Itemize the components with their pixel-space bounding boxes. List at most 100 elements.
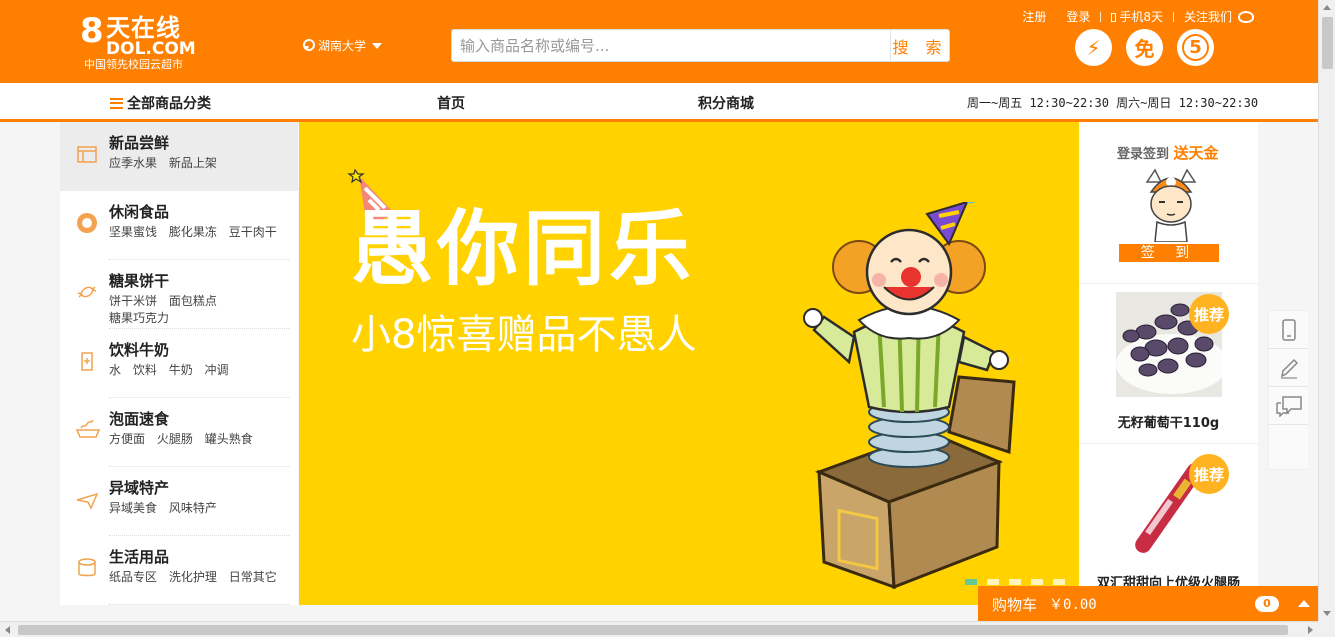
- phone-icon: [1281, 318, 1296, 341]
- scroll-down-icon[interactable]: [1323, 611, 1331, 616]
- recommend-badge: 推荐: [1189, 454, 1229, 494]
- scrollbar-corner: [1318, 621, 1335, 637]
- subcategory-link[interactable]: 牛奶: [169, 363, 193, 377]
- all-categories-button[interactable]: 全部商品分类: [110, 93, 211, 113]
- scroll-right-icon[interactable]: [1308, 626, 1313, 634]
- category-item[interactable]: 泡面速食 方便面 火腿肠 罐头熟食: [60, 398, 298, 467]
- subcategory-link[interactable]: 新品上架: [169, 156, 217, 170]
- right-panel: 登录签到 送天金 签 到 推荐 无籽葡萄干110g 推荐 双汇甜甜向上优级火腿肠: [1079, 122, 1258, 605]
- subcategory-link[interactable]: 坚果蜜饯: [109, 225, 157, 239]
- nav-home[interactable]: 首页: [437, 93, 465, 113]
- cart-bar[interactable]: 购物车 ￥0.00 0: [978, 586, 1318, 622]
- subcategory-link[interactable]: 膨化果冻: [169, 225, 217, 239]
- banner-subtitle: 小8惊喜赠品不愚人: [351, 312, 697, 358]
- recommend-item[interactable]: 推荐 无籽葡萄干110g: [1079, 284, 1258, 444]
- category-subs: 异域美食 风味特产: [109, 500, 289, 517]
- subcategory-link[interactable]: 面包糕点: [169, 294, 217, 308]
- five-badge-icon[interactable]: 5: [1177, 29, 1214, 66]
- subcategory-link[interactable]: 冲调: [205, 363, 229, 377]
- login-link[interactable]: 登录: [1056, 8, 1100, 25]
- category-title: 休闲食品: [109, 203, 170, 221]
- hero-banner[interactable]: 愚你同乐 小8惊喜赠品不愚人: [299, 122, 1079, 605]
- slide-dot[interactable]: [965, 579, 977, 585]
- category-title: 泡面速食: [109, 410, 170, 428]
- noodle-icon: [75, 418, 101, 442]
- search-bar: 搜 索: [451, 29, 950, 62]
- category-subs: 水 饮料 牛奶 冲调: [109, 362, 289, 379]
- category-subs: 饼干米饼 面包糕点 糖果巧克力: [109, 293, 289, 327]
- subcategory-link[interactable]: 饼干米饼: [109, 294, 157, 308]
- cart-count-badge: 0: [1255, 596, 1279, 612]
- divider: [1172, 11, 1174, 22]
- slide-dot[interactable]: [1009, 579, 1021, 585]
- location-pin-icon: [302, 39, 315, 52]
- mobile-app-button[interactable]: [1269, 311, 1308, 349]
- sign-in-title-text: 登录签到: [1117, 147, 1170, 162]
- header: 8 天在线 DOL.COM 中国领先校园云超市 湖南大学 搜 索 注册 登录 手…: [0, 0, 1318, 83]
- subcategory-link[interactable]: 风味特产: [169, 501, 217, 515]
- slide-dot[interactable]: [1031, 579, 1043, 585]
- free-shipping-badge-icon[interactable]: 免: [1126, 29, 1163, 66]
- sign-in-button[interactable]: 签 到: [1119, 244, 1219, 262]
- category-item[interactable]: 休闲食品 坚果蜜饯 膨化果冻 豆干肉干: [60, 191, 298, 260]
- five-badge-label: 5: [1182, 34, 1209, 61]
- plane-icon: [75, 487, 99, 511]
- horizontal-scrollbar[interactable]: [0, 621, 1318, 637]
- subcategory-link[interactable]: 洗化护理: [169, 570, 217, 584]
- chevron-up-icon[interactable]: [1298, 600, 1310, 607]
- subcategory-link[interactable]: 日常其它: [229, 570, 277, 584]
- follow-link[interactable]: 关注我们: [1174, 8, 1242, 25]
- category-subs: 纸品专区 洗化护理 日常其它: [109, 569, 289, 586]
- scrollbar-thumb[interactable]: [1322, 17, 1333, 69]
- category-item[interactable]: 新品尝鲜 应季水果 新品上架: [60, 122, 298, 191]
- logo-slogan: 中国领先校园云超市: [84, 58, 183, 71]
- service-badges: ⚡ 免 5: [1075, 29, 1214, 66]
- subcategory-link[interactable]: 饮料: [133, 363, 157, 377]
- candy-icon: [75, 280, 99, 304]
- category-item[interactable]: 生活用品 纸品专区 洗化护理 日常其它: [60, 536, 298, 605]
- slide-indicators: [965, 579, 1065, 585]
- scroll-left-icon[interactable]: [5, 626, 10, 634]
- main-nav: 全部商品分类 首页 积分商城 周一~周五 12:30~22:30 周六~周日 1…: [0, 83, 1318, 122]
- category-subs: 方便面 火腿肠 罐头熟食: [109, 431, 289, 448]
- slide-dot[interactable]: [1053, 579, 1065, 585]
- logo[interactable]: 8 天在线 DOL.COM 中国领先校园云超市: [80, 12, 210, 74]
- slide-dot[interactable]: [987, 579, 999, 585]
- subcategory-link[interactable]: 纸品专区: [109, 570, 157, 584]
- category-title: 新品尝鲜: [109, 134, 170, 152]
- category-subs: 应季水果 新品上架: [109, 155, 289, 172]
- category-item[interactable]: 异域特产 异域美食 风味特产: [60, 467, 298, 536]
- subcategory-link[interactable]: 糖果巧克力: [109, 311, 169, 325]
- register-link[interactable]: 注册: [1012, 8, 1056, 25]
- recommend-badge: 推荐: [1189, 294, 1229, 334]
- category-item[interactable]: 糖果饼干 饼干米饼 面包糕点 糖果巧克力: [60, 260, 298, 329]
- snack-icon: [75, 211, 99, 235]
- subcategory-link[interactable]: 异域美食: [109, 501, 157, 515]
- subcategory-link[interactable]: 水: [109, 363, 121, 377]
- search-input[interactable]: [452, 30, 890, 61]
- nav-points-mall[interactable]: 积分商城: [698, 93, 754, 113]
- business-hours: 周一~周五 12:30~22:30 周六~周日 12:30~22:30: [967, 96, 1259, 110]
- scrollbar-thumb[interactable]: [18, 625, 1288, 635]
- page: 8 天在线 DOL.COM 中国领先校园云超市 湖南大学 搜 索 注册 登录 手…: [0, 0, 1335, 637]
- category-item[interactable]: 饮料牛奶 水 饮料 牛奶 冲调: [60, 329, 298, 398]
- logo-text: 天在线: [106, 14, 181, 42]
- vertical-scrollbar[interactable]: [1318, 0, 1335, 621]
- feedback-button[interactable]: [1269, 349, 1308, 387]
- subcategory-link[interactable]: 火腿肠: [157, 432, 193, 446]
- weibo-icon[interactable]: [1238, 10, 1254, 23]
- subcategory-link[interactable]: 应季水果: [109, 156, 157, 170]
- subcategory-link[interactable]: 罐头熟食: [205, 432, 253, 446]
- location-selector[interactable]: 湖南大学: [302, 37, 383, 54]
- menu-icon: [110, 97, 123, 109]
- lightning-badge-icon[interactable]: ⚡: [1075, 29, 1112, 66]
- chat-button[interactable]: [1269, 387, 1308, 425]
- mobile-link[interactable]: 手机8天: [1101, 8, 1173, 25]
- chevron-down-icon: [372, 42, 383, 49]
- subcategory-link[interactable]: 豆干肉干: [229, 225, 277, 239]
- scroll-up-icon[interactable]: [1323, 5, 1331, 10]
- search-button[interactable]: 搜 索: [890, 30, 949, 61]
- subcategory-link[interactable]: 方便面: [109, 432, 145, 446]
- product-name[interactable]: 无籽葡萄干110g: [1079, 412, 1258, 431]
- recommend-item[interactable]: 推荐 双汇甜甜向上优级火腿肠: [1079, 444, 1258, 604]
